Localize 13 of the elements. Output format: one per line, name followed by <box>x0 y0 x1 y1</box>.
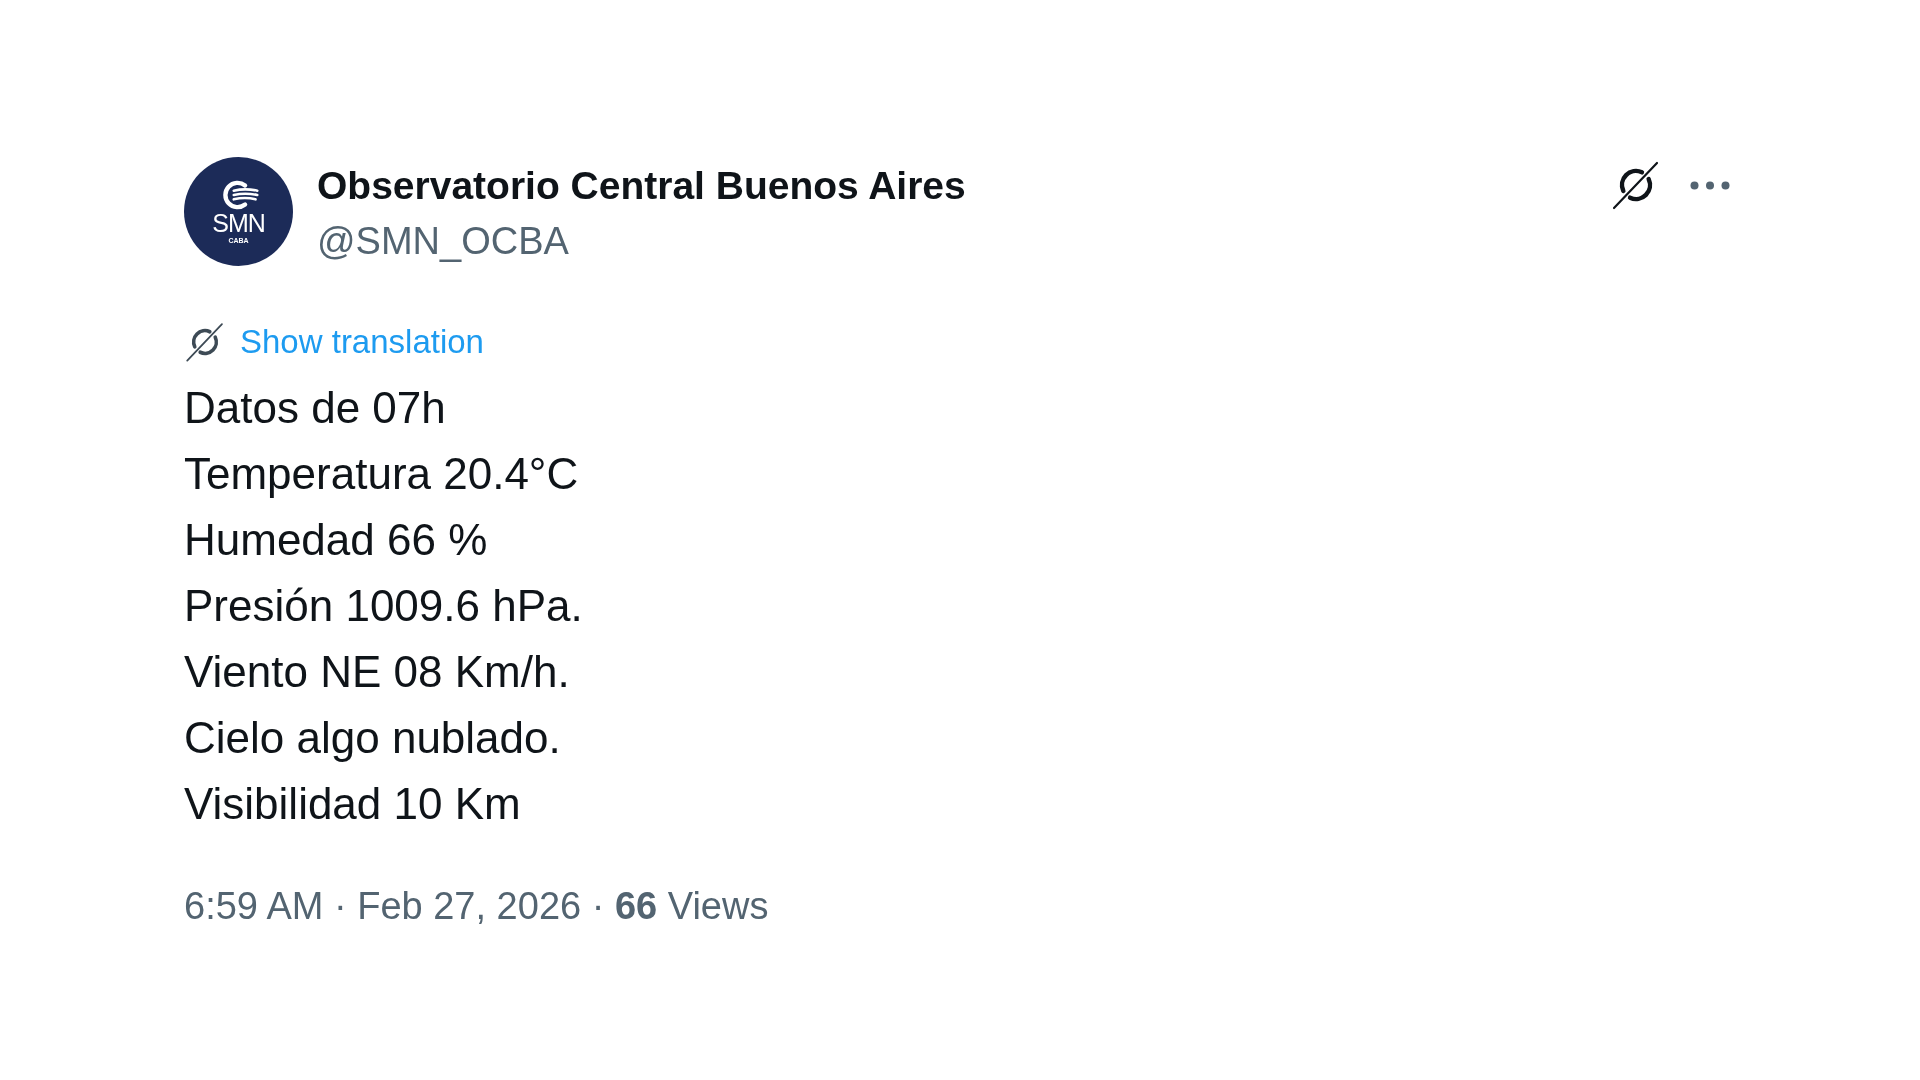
author-handle[interactable]: @SMN_OCBA <box>317 218 569 264</box>
tweet-text-line: Viento NE 08 Km/h. <box>184 646 570 698</box>
tweet-text-line: Temperatura 20.4°C <box>184 448 579 500</box>
tweet-text-line: Visibilidad 10 Km <box>184 778 521 830</box>
tweet-text-line: Humedad 66 % <box>184 514 488 566</box>
tweet-text-line: Cielo algo nublado. <box>184 712 561 764</box>
post-time-and-views: 6:59 AM · Feb 27, 2026 · 66 Views <box>184 884 769 929</box>
logo-text: SMN <box>212 210 265 236</box>
slashed-circle-icon <box>184 321 226 363</box>
more-icon[interactable] <box>1690 180 1730 190</box>
author-name[interactable]: Observatorio Central Buenos Aires <box>317 163 966 209</box>
tweet-text-line: Presión 1009.6 hPa. <box>184 580 583 632</box>
tweet-text-line: Datos de 07h <box>184 382 446 434</box>
